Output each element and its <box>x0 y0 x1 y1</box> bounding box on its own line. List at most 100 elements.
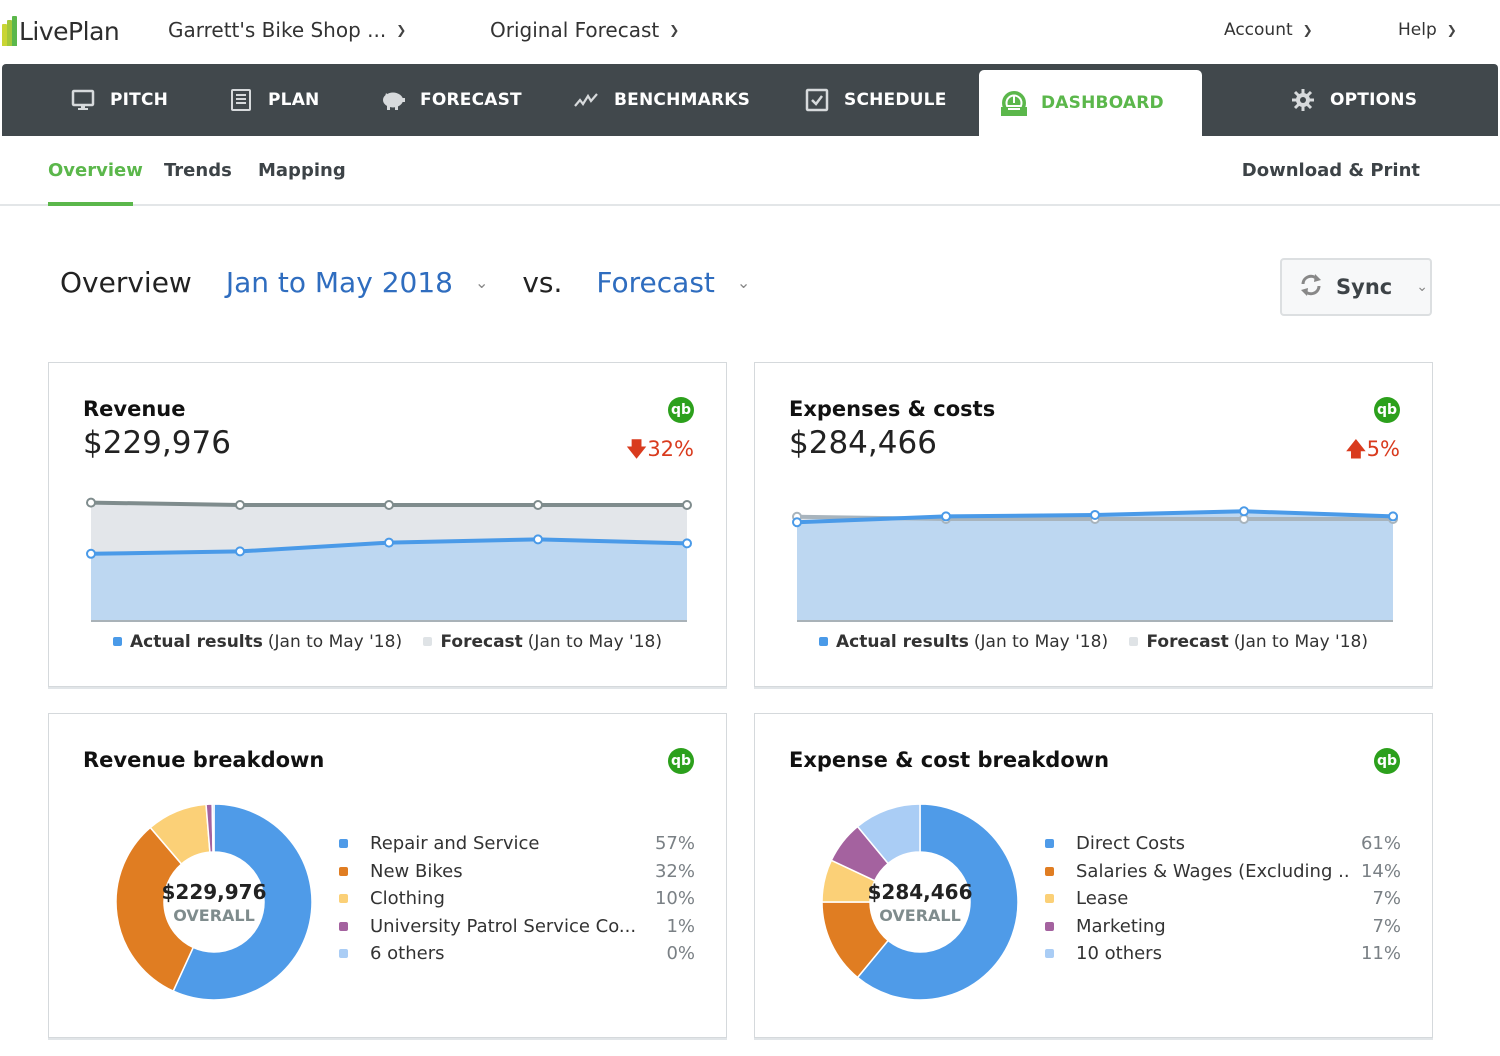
legend-label: Forecast <box>1146 631 1229 652</box>
expenses-card: Expenses & costs $284,466 qb 🡅5% Actual … <box>754 362 1433 687</box>
delta-value: 32% <box>647 437 694 461</box>
nav-plan[interactable]: PLAN <box>228 64 319 136</box>
vs-label: vs. <box>522 266 563 299</box>
legend-swatch <box>818 637 828 646</box>
card-title: Revenue breakdown <box>83 748 325 772</box>
breakdown-item[interactable]: Clothing 10% <box>339 885 695 913</box>
legend-forecast[interactable]: Forecast (Jan to May '18) <box>1129 632 1368 652</box>
quickbooks-icon: qb <box>668 397 694 423</box>
breakdown-item[interactable]: 10 others 11% <box>1045 940 1401 968</box>
breakdown-item[interactable]: 6 others 0% <box>339 940 695 968</box>
overview-label: Overview <box>60 266 192 299</box>
revenue-delta: 🡇32% <box>626 435 694 470</box>
actual-point <box>1090 509 1100 520</box>
forecast-point <box>235 500 245 510</box>
company-dropdown[interactable]: Garrett's Bike Shop ... ❯ <box>168 18 406 42</box>
nav-schedule[interactable]: SCHEDULE <box>804 64 947 136</box>
legend-swatch <box>112 637 122 646</box>
breakdown-percent: 11% <box>1360 943 1401 965</box>
actual-point <box>792 517 802 528</box>
nav-forecast[interactable]: FORECAST <box>380 64 522 136</box>
breakdown-name: New Bikes <box>370 860 463 882</box>
nav-pitch[interactable]: PITCH <box>70 64 168 136</box>
forecast-point <box>533 500 543 510</box>
expense-donut-chart <box>821 803 1019 1001</box>
account-label: Account <box>1224 20 1293 40</box>
forecast-point <box>86 497 96 508</box>
tab-overview[interactable]: Overview <box>48 160 143 181</box>
monitor-icon <box>70 87 96 113</box>
breakdown-item[interactable]: Salaries & Wages (Excluding ... 14% <box>1045 858 1401 886</box>
breakdown-item[interactable]: Repair and Service 57% <box>339 830 695 858</box>
revenue-line-chart <box>86 497 692 622</box>
active-tab-indicator <box>48 202 133 206</box>
compare-dropdown[interactable]: Forecast ⌄ <box>596 266 750 299</box>
nav-label: PLAN <box>268 90 320 110</box>
actual-point <box>682 538 692 549</box>
gauge-icon <box>1001 90 1027 116</box>
liveplan-logo[interactable]: LivePlan <box>2 14 120 48</box>
legend-swatch <box>1045 921 1054 931</box>
top-bar: LivePlan Garrett's Bike Shop ... ❯ Origi… <box>0 0 1500 64</box>
nav-label: DASHBOARD <box>1041 93 1164 113</box>
breakdown-percent: 7% <box>1372 915 1401 937</box>
actual-point <box>384 537 394 548</box>
breakdown-percent: 14% <box>1360 860 1401 882</box>
actual-point <box>941 511 951 522</box>
account-dropdown[interactable]: Account ❯ <box>1224 20 1313 40</box>
legend-swatch <box>1045 866 1054 876</box>
breakdown-percent: 10% <box>654 888 695 910</box>
sync-icon <box>1298 272 1324 303</box>
breakdown-name: Marketing <box>1076 915 1166 937</box>
nav-label: SCHEDULE <box>844 90 947 110</box>
expenses-delta: 🡅5% <box>1345 435 1400 470</box>
nav-dashboard[interactable]: DASHBOARD <box>979 70 1202 136</box>
chevron-down-icon: ❯ <box>669 23 680 37</box>
breakdown-item[interactable]: Lease 7% <box>1045 885 1401 913</box>
sync-button[interactable]: Sync ⌄ <box>1280 258 1432 316</box>
actual-area <box>797 511 1393 621</box>
breakdown-item[interactable]: Marketing 7% <box>1045 913 1401 941</box>
tab-mapping[interactable]: Mapping <box>258 160 346 181</box>
expenses-amount: $284,466 <box>789 425 937 461</box>
period-dropdown[interactable]: Jan to May 2018 ⌄ <box>226 266 489 299</box>
nav-label: FORECAST <box>420 90 522 110</box>
legend-actual[interactable]: Actual results (Jan to May '18) <box>112 631 402 652</box>
download-print-link[interactable]: Download & Print <box>1242 160 1420 181</box>
breakdown-name: 10 others <box>1076 943 1162 965</box>
chart-legend: Actual results (Jan to May '18) Forecast(… <box>755 631 1432 652</box>
quickbooks-icon: qb <box>1374 397 1400 423</box>
chevron-down-icon: ❯ <box>396 23 407 37</box>
legend-label: Forecast <box>440 631 523 652</box>
company-name: Garrett's Bike Shop ... <box>168 18 387 42</box>
breakdown-item[interactable]: New Bikes 32% <box>339 858 695 886</box>
nav-benchmarks[interactable]: BENCHMARKS <box>574 64 750 136</box>
forecast-name: Original Forecast <box>490 18 660 42</box>
chevron-down-icon: ⌄ <box>474 273 489 292</box>
legend-swatch <box>339 839 348 849</box>
chart-legend: Actual results (Jan to May '18) Forecast(… <box>49 631 726 652</box>
help-dropdown[interactable]: Help ❯ <box>1398 20 1457 40</box>
actual-point <box>235 546 245 557</box>
checkbox-calendar-icon <box>804 87 830 113</box>
forecast-dropdown[interactable]: Original Forecast ❯ <box>490 18 679 42</box>
legend-actual[interactable]: Actual results (Jan to May '18) <box>818 632 1108 652</box>
breakdown-name: University Patrol Service Co... <box>370 915 637 937</box>
expense-breakdown-legend: Direct Costs 61% Salaries & Wages (Excludi… <box>1045 830 1401 968</box>
legend-swatch <box>339 921 348 931</box>
trend-line-icon <box>574 87 600 113</box>
breakdown-percent: 0% <box>666 943 695 965</box>
chevron-down-icon: ❯ <box>1446 23 1457 37</box>
breakdown-item[interactable]: Direct Costs 61% <box>1045 830 1401 858</box>
card-title: Expenses & costs <box>789 397 996 421</box>
nav-options[interactable]: OPTIONS <box>1290 64 1417 136</box>
breakdown-name: Lease <box>1076 888 1129 910</box>
tab-trends[interactable]: Trends <box>164 160 232 181</box>
revenue-donut-chart <box>115 803 313 1001</box>
arrow-up-icon: 🡅 <box>1345 437 1367 461</box>
revenue-card: Revenue $229,976 qb 🡇32% Actual results(… <box>48 362 727 687</box>
quickbooks-icon: qb <box>1374 748 1400 774</box>
breakdown-item[interactable]: University Patrol Service Co... 1% <box>339 913 695 941</box>
legend-forecast[interactable]: Forecast (Jan to May '18) <box>423 632 662 652</box>
legend-label: Actual results <box>129 631 263 652</box>
